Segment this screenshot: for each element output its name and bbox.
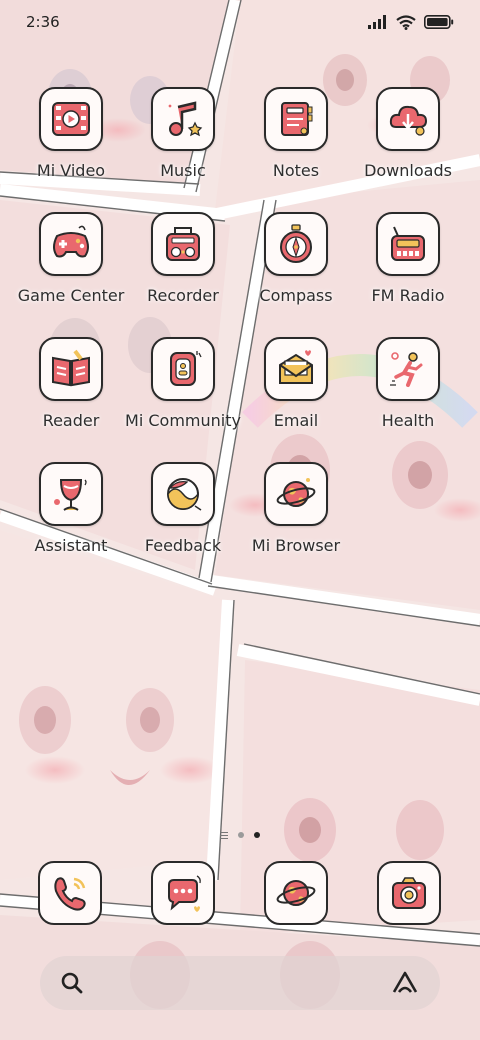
app-compass[interactable]: Compass <box>246 212 346 320</box>
runner-icon <box>376 337 440 401</box>
envelope-icon <box>264 337 328 401</box>
app-reader[interactable]: Reader <box>21 337 121 445</box>
dock-messages[interactable] <box>151 861 215 925</box>
app-label: Feedback <box>144 536 222 555</box>
fm-radio-icon <box>376 212 440 276</box>
app-mi-video[interactable]: Mi Video <box>21 87 121 195</box>
app-label: Mi Browser <box>251 536 341 555</box>
app-email[interactable]: Email <box>246 337 346 445</box>
app-game-center[interactable]: Game Center <box>18 212 124 320</box>
radio-recorder-icon <box>151 212 215 276</box>
cellular-signal-icon <box>368 15 386 29</box>
app-label: Recorder <box>147 286 219 305</box>
app-label: Email <box>273 411 319 430</box>
dock-browser[interactable] <box>264 861 328 925</box>
app-label: Reader <box>42 411 100 430</box>
assistant-icon[interactable] <box>390 970 420 996</box>
app-label: Notes <box>272 161 320 180</box>
community-icon <box>151 337 215 401</box>
app-fm-radio[interactable]: FM Radio <box>358 212 458 320</box>
app-mi-community[interactable]: Mi Community <box>125 337 241 445</box>
app-downloads[interactable]: Downloads <box>358 87 458 195</box>
compass-icon <box>264 212 328 276</box>
search-bar[interactable] <box>40 956 440 1010</box>
dock-phone[interactable] <box>38 861 102 925</box>
app-label: Mi Community <box>125 411 241 430</box>
app-music[interactable]: Music <box>133 87 233 195</box>
app-label: Mi Video <box>36 161 106 180</box>
page-dot-active[interactable] <box>254 832 260 838</box>
battery-icon <box>424 15 454 29</box>
chat-bubble-icon <box>168 875 201 912</box>
feedback-icon <box>151 462 215 526</box>
app-list-page-icon[interactable] <box>220 831 228 839</box>
app-label: Health <box>381 411 435 430</box>
app-label: Assistant <box>34 536 108 555</box>
page-dot[interactable] <box>238 832 244 838</box>
status-time: 2:36 <box>26 13 60 31</box>
planet-icon <box>264 462 328 526</box>
app-label: Compass <box>259 286 333 305</box>
status-bar: 2:36 <box>0 0 480 44</box>
app-recorder[interactable]: Recorder <box>133 212 233 320</box>
page-indicator[interactable] <box>0 829 480 841</box>
cloud-download-icon <box>376 87 440 151</box>
app-label: Game Center <box>17 286 125 305</box>
app-mi-browser[interactable]: Mi Browser <box>246 462 346 570</box>
notebook-icon <box>264 87 328 151</box>
open-book-icon <box>39 337 103 401</box>
app-label: Music <box>160 161 206 180</box>
app-label: FM Radio <box>371 286 445 305</box>
wifi-icon <box>396 14 416 30</box>
app-notes[interactable]: Notes <box>246 87 346 195</box>
music-note-icon <box>151 87 215 151</box>
status-icons <box>368 14 454 30</box>
search-icon[interactable] <box>60 971 84 995</box>
video-icon <box>39 87 103 151</box>
app-health[interactable]: Health <box>358 337 458 445</box>
planet-icon <box>276 880 316 906</box>
app-feedback[interactable]: Feedback <box>133 462 233 570</box>
assistant-cup-icon <box>39 462 103 526</box>
phone-icon <box>54 877 86 911</box>
app-assistant[interactable]: Assistant <box>21 462 121 570</box>
gamepad-icon <box>39 212 103 276</box>
dock-camera[interactable] <box>377 861 441 925</box>
camera-icon <box>392 877 426 909</box>
app-label: Downloads <box>364 161 452 180</box>
